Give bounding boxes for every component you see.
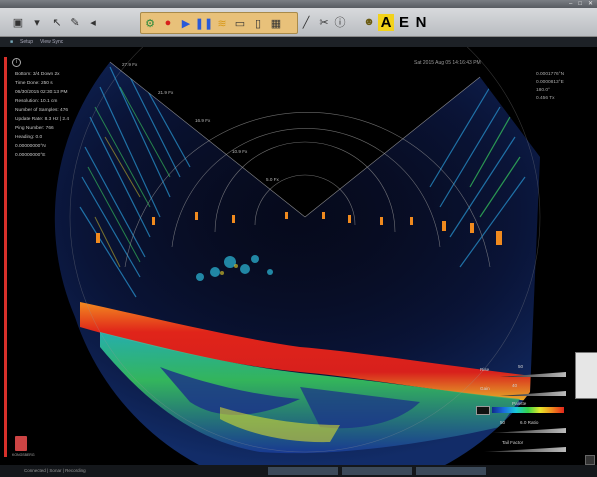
range-label: 10.9 Fx: [232, 149, 248, 154]
measure-icon[interactable]: ╱: [300, 14, 312, 30]
window-titlebar: – □ ✕: [0, 0, 597, 8]
info-latitude: 0.00000000°N: [15, 144, 46, 149]
info-time-done: Time Done: 250 s: [15, 81, 53, 86]
window-icon[interactable]: ▭: [233, 15, 247, 31]
info-icon[interactable]: ⓘ: [334, 14, 346, 30]
range-label: 16.9 Fx: [195, 118, 211, 123]
playback-toolbar-group: ⚙ ● ▶ ❚❚ ≋ ▭ ▯ ▦: [140, 12, 298, 34]
minimize-icon[interactable]: –: [569, 1, 572, 7]
maximize-icon[interactable]: □: [578, 1, 582, 7]
right-info-tx: 0.456 Tx: [536, 96, 555, 101]
info-date: 06/30/2015 02:30:13 PM: [15, 90, 68, 95]
menu-item-view-sync[interactable]: View Sync: [40, 39, 63, 45]
info-resolution: Resolution: 10.1 cm: [15, 99, 58, 104]
info-update-rate: Update Rate: 8.3 Hz | 2.4: [15, 117, 70, 122]
pause-icon[interactable]: ❚❚: [195, 15, 213, 31]
sonar-image: [54, 0, 541, 465]
ratio-value: 6.0 Ratio: [520, 420, 539, 425]
palette-swatch[interactable]: [476, 406, 490, 415]
signal-icon[interactable]: ≋: [215, 15, 229, 31]
settings-icon[interactable]: ⚙: [143, 15, 157, 31]
brand-name: KONGSBERG: [12, 453, 35, 457]
info-samples: Number of Samples: 476: [15, 108, 69, 113]
window-controls: – □ ✕: [569, 1, 593, 7]
close-icon[interactable]: ✕: [588, 1, 593, 7]
menu-bar: ■ Setup View Sync: [0, 37, 597, 47]
taskbar-item[interactable]: [416, 467, 486, 475]
pen-icon[interactable]: ✎: [68, 14, 82, 30]
brand-logo: [15, 436, 27, 451]
right-info-lat: 0.0001776°N: [536, 72, 565, 77]
left-accent-bar: [4, 57, 7, 457]
user-icon[interactable]: ☻: [362, 14, 376, 30]
menu-item-setup[interactable]: Setup: [20, 39, 33, 45]
range-label: 5.0 Fx: [266, 177, 279, 182]
sonar-fan: [54, 62, 541, 465]
timestamp: Sat 2015 Aug 05 14:16:43 PM: [414, 60, 481, 66]
side-popup-panel[interactable]: [575, 352, 597, 399]
right-info-heading: 180.0°: [536, 88, 550, 93]
tools-icon[interactable]: ✂: [318, 14, 330, 30]
gain-value: 40: [512, 383, 518, 388]
info-ping-number: Ping Number: 766: [15, 126, 54, 131]
main-toolbar: ▣ ▾ ↖ ✎ ◂ ⚙ ● ▶ ❚❚ ≋ ▭ ▯ ▦ ╱ ✂ ⓘ ☻ A E N: [0, 8, 597, 37]
palette-bar[interactable]: [492, 407, 564, 413]
split-icon[interactable]: ▯: [251, 15, 265, 31]
letter-e-button[interactable]: E: [397, 14, 411, 31]
record-icon[interactable]: ●: [161, 15, 175, 31]
pointer-icon[interactable]: ↖: [50, 14, 64, 30]
right-info-lon: 0.0000813°E: [536, 80, 564, 85]
rise-label: Rise: [480, 367, 490, 372]
resize-handle-icon[interactable]: [585, 455, 595, 465]
letter-n-button[interactable]: N: [414, 14, 428, 31]
gain-label: Gain: [480, 386, 490, 391]
back-arrow-icon[interactable]: ◂: [86, 14, 100, 30]
info-longitude: 0.00000000°E: [15, 153, 46, 158]
overlay-info-icon[interactable]: i: [12, 58, 21, 67]
grid-icon[interactable]: ▦: [269, 15, 283, 31]
letter-a-button[interactable]: A: [377, 13, 395, 31]
status-text: Connected | Sonar | Recording: [24, 468, 86, 473]
palette-label: Palette: [512, 401, 527, 406]
menu-square-icon: ■: [10, 39, 14, 45]
dropdown-arrow-icon[interactable]: ▾: [32, 14, 42, 30]
camera-icon[interactable]: ▣: [10, 14, 26, 30]
info-bottom: Bottom: 3/4 Down 2x: [15, 72, 60, 77]
tail-factor-label: Tail Factor: [502, 440, 524, 445]
ratio-label: 50: [500, 420, 506, 425]
taskbar-item[interactable]: [268, 467, 338, 475]
range-label: 21.9 Fx: [158, 90, 174, 95]
taskbar-item[interactable]: [342, 467, 412, 475]
info-heading: Heading: 0.0: [15, 135, 43, 140]
play-icon[interactable]: ▶: [179, 15, 193, 31]
range-label: 27.9 Fx: [122, 62, 138, 67]
sonar-view[interactable]: [0, 0, 597, 465]
rise-value: 50: [518, 364, 524, 369]
